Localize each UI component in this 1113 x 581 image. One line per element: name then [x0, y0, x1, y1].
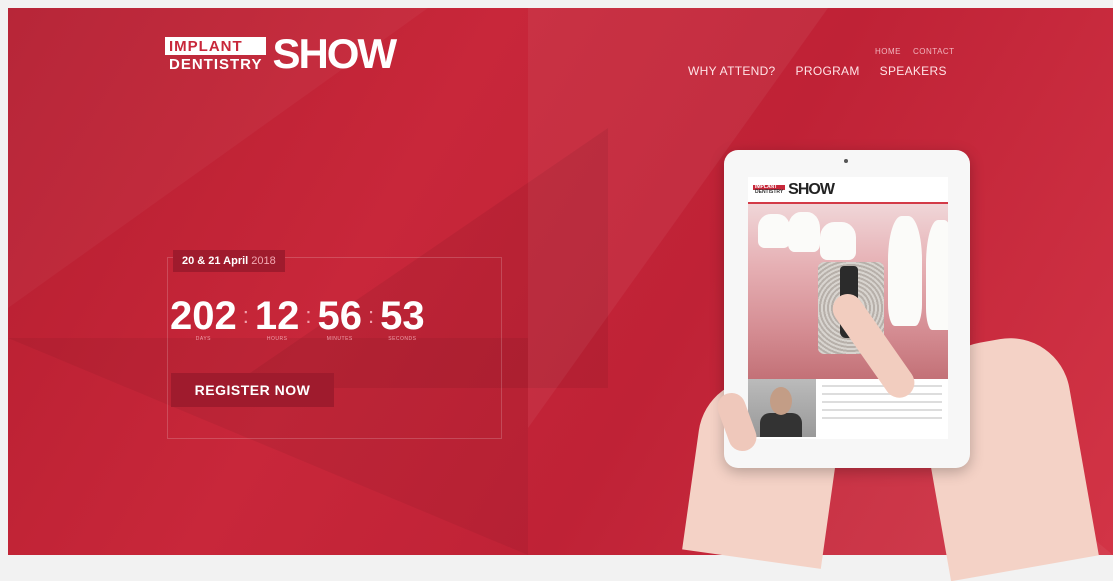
- tablet-screen-footer: [748, 379, 948, 437]
- dental-implant-illustration: [748, 204, 948, 379]
- nav-link-home[interactable]: HOME: [875, 47, 901, 56]
- countdown-seconds-value: 53: [380, 294, 425, 338]
- countdown-minutes-label: MINUTES: [326, 336, 353, 342]
- logo-dentistry-text: DENTISTRY: [169, 55, 263, 73]
- site-logo[interactable]: IMPLANT DENTISTRY SHOW: [165, 30, 397, 77]
- countdown-days-value: 202: [170, 294, 237, 338]
- person-shirt: [760, 413, 802, 437]
- tablet-logo-dentistry: DENTISTRY: [755, 188, 784, 195]
- event-date: 20 & 21 April: [182, 255, 249, 267]
- nav-link-program[interactable]: PROGRAM: [796, 64, 860, 78]
- tooth-shape: [926, 220, 948, 330]
- countdown-separator: :: [242, 303, 249, 328]
- text-line: [822, 393, 942, 395]
- countdown-days: 202 DAYS: [170, 294, 237, 342]
- countdown-frame: [167, 257, 502, 439]
- countdown-separator: :: [368, 303, 375, 328]
- nav-link-contact[interactable]: CONTACT: [913, 47, 955, 56]
- countdown-hours-label: HOURS: [266, 336, 288, 342]
- logo-show-text: SHOW: [272, 30, 397, 77]
- tooth-shape: [788, 212, 820, 252]
- text-line: [822, 417, 942, 419]
- text-line: [822, 409, 942, 411]
- event-year: 2018: [251, 255, 276, 267]
- tablet-logo-show: SHOW: [788, 180, 835, 198]
- speaker-video-thumbnail: [748, 379, 816, 437]
- tooth-shape: [758, 214, 790, 248]
- secondary-nav: HOME CONTACT: [875, 47, 955, 56]
- countdown-seconds-label: SECONDS: [388, 336, 417, 342]
- person-face: [770, 387, 792, 415]
- tablet-screen-header: IMPLANT DENTISTRY SHOW: [748, 177, 948, 204]
- countdown-separator: :: [305, 303, 312, 328]
- countdown-days-label: DAYS: [195, 336, 211, 342]
- logo-implant-text: IMPLANT: [165, 36, 267, 55]
- tablet-logo-wordmark: IMPLANT DENTISTRY: [753, 184, 786, 195]
- primary-nav: WHY ATTEND? PROGRAM SPEAKERS: [688, 64, 947, 78]
- countdown-hours-value: 12: [254, 294, 300, 338]
- event-date-badge: 20 & 21 April 2018: [173, 250, 285, 272]
- tablet-text-placeholder: [816, 379, 948, 437]
- nav-link-why-attend[interactable]: WHY ATTEND?: [688, 64, 776, 78]
- text-line: [822, 401, 942, 403]
- tablet-camera: [844, 159, 848, 163]
- tooth-shape: [888, 216, 922, 326]
- countdown-minutes-value: 56: [317, 294, 363, 338]
- nav-link-speakers[interactable]: SPEAKERS: [880, 64, 947, 78]
- countdown-hours: 12 HOURS: [255, 294, 300, 342]
- countdown-minutes: 56 MINUTES: [318, 294, 363, 342]
- countdown-seconds: 53 SECONDS: [380, 294, 425, 342]
- countdown-timer: 202 DAYS : 12 HOURS : 56 MINUTES : 53 SE…: [170, 294, 425, 342]
- tooth-shape: [820, 222, 856, 260]
- register-now-button[interactable]: REGISTER NOW: [171, 373, 334, 407]
- logo-wordmark: IMPLANT DENTISTRY: [165, 36, 267, 73]
